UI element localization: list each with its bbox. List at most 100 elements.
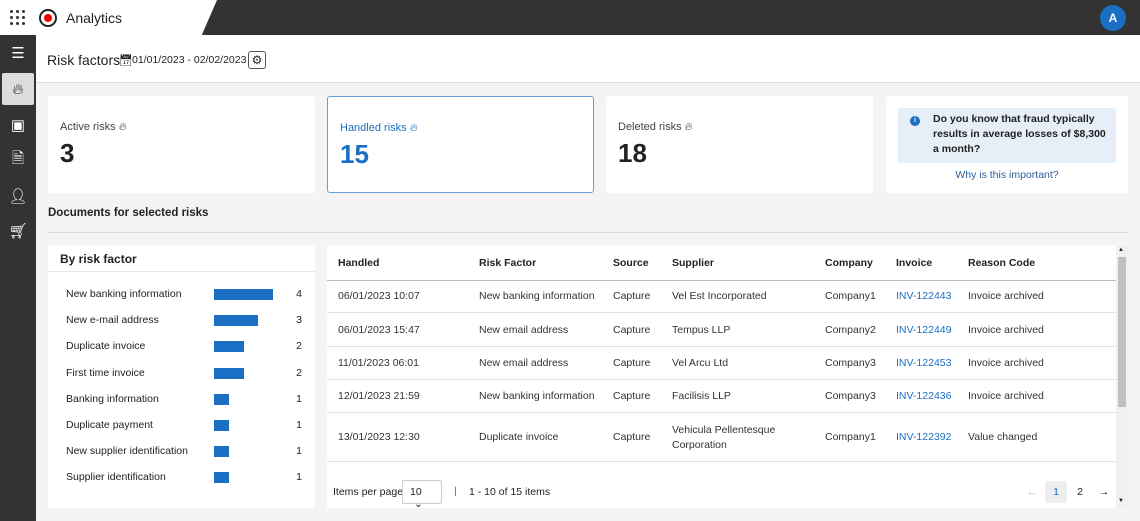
separator: | — [454, 485, 457, 497]
risk-factor-bar — [214, 341, 244, 353]
cart-icon[interactable]: 🛒︎ — [2, 215, 34, 247]
user-icon[interactable]: 👤︎ — [2, 180, 34, 212]
risk-factor-count: 3 — [296, 314, 302, 327]
header-divider — [327, 280, 1116, 281]
document-icon[interactable]: 🗎 — [2, 144, 34, 176]
risk-factor-bar — [214, 393, 229, 405]
flame-off-icon: 🔥︎ — [684, 121, 693, 133]
app-launcher-icon[interactable] — [10, 10, 26, 26]
column-header[interactable]: Supplier — [672, 257, 714, 269]
column-header[interactable]: Source — [613, 257, 649, 269]
column-header[interactable]: Handled — [338, 257, 379, 269]
table-cell: New email address — [479, 323, 569, 336]
flame-icon: 🔥︎ — [118, 121, 127, 133]
menu-icon[interactable]: ☰ — [2, 37, 34, 69]
table-cell: Capture — [613, 290, 651, 302]
deleted-risks-label: Deleted risks — [618, 121, 682, 133]
table-cell: 12/01/2023 21:59 — [338, 390, 420, 402]
scroll-up-icon[interactable]: ▲ — [1118, 247, 1124, 253]
risk-factor-row[interactable]: New supplier identification 1 — [66, 444, 306, 460]
info-banner: i Do you know that fraud typically resul… — [898, 108, 1116, 163]
table-cell: 06/01/2023 10:07 — [338, 290, 420, 302]
risk-factor-row[interactable]: Duplicate invoice 2 — [66, 339, 306, 355]
table-row[interactable]: 13/01/2023 12:30 Duplicate invoice Capture… — [327, 413, 1116, 462]
invoice-link[interactable]: INV-122392 — [896, 430, 951, 445]
risk-factor-count: 1 — [296, 471, 302, 484]
invoice-link[interactable]: INV-122436 — [896, 389, 951, 404]
table-cell: Vehicula Pellentesque Corporation — [672, 423, 776, 451]
deleted-risks-card[interactable]: Deleted risks 🔥︎ 18 — [606, 96, 873, 193]
risk-factor-row[interactable]: First time invoice 2 — [66, 366, 306, 382]
invoice-link[interactable]: INV-122443 — [896, 289, 951, 304]
invoice-link[interactable]: INV-122453 — [896, 356, 951, 371]
page-1-button[interactable]: 1 — [1045, 481, 1067, 503]
table-cell: Duplicate invoice — [479, 431, 559, 443]
top-bar: Analytics A — [0, 0, 1140, 35]
table-cell: Invoice archived — [968, 357, 1044, 369]
risk-factor-name: New banking information — [66, 288, 182, 300]
logo-icon — [39, 9, 57, 27]
table-cell: Invoice archived — [968, 390, 1044, 402]
next-page-icon[interactable]: → — [1093, 481, 1115, 503]
by-risk-factor-panel: By risk factor New banking information 4 N… — [48, 245, 315, 508]
table-cell: Capture — [613, 390, 651, 402]
table-cell: Tempus LLP — [672, 323, 731, 336]
risk-factor-count: 4 — [296, 288, 302, 300]
column-header[interactable]: Risk Factor — [479, 257, 536, 269]
pagination-summary: 1 - 10 of 15 items — [469, 486, 551, 498]
table-cell: Company1 — [825, 290, 876, 302]
handled-risks-value: 15 — [340, 139, 369, 169]
chevron-down-icon: ⌄ — [414, 498, 423, 508]
table-scrollbar[interactable]: ▲ ▼ — [1116, 245, 1128, 508]
page-header: Risk factors 📅︎ 01/01/2023 - 02/02/2023 … — [36, 35, 1140, 83]
invoice-link[interactable]: INV-122449 — [896, 323, 951, 338]
money-icon[interactable]: ▣ — [2, 109, 34, 141]
info-card: i Do you know that fraud typically resul… — [886, 96, 1128, 193]
table-row[interactable]: 06/01/2023 15:47 New email address Capture… — [327, 313, 1116, 347]
table-row[interactable]: 11/01/2023 06:01 New email address Capture… — [327, 347, 1116, 380]
column-header[interactable]: Reason Code — [968, 257, 1035, 269]
scrollbar-thumb[interactable] — [1118, 257, 1126, 407]
calendar-icon: 📅︎ — [119, 55, 133, 67]
risk-factor-bar — [214, 367, 244, 379]
table-cell: Company3 — [825, 357, 876, 369]
active-risks-value: 3 — [60, 138, 75, 168]
page-size-select[interactable]: 10 ⌄ — [402, 480, 442, 508]
active-risks-card[interactable]: Active risks 🔥︎ 3 — [48, 96, 315, 193]
risk-factor-bar — [214, 315, 259, 327]
risk-factor-row[interactable]: Supplier identification 1 — [66, 470, 306, 486]
risk-factor-row[interactable]: New banking information 4 — [66, 287, 306, 303]
risk-factor-row[interactable]: Banking information 1 — [66, 392, 306, 408]
deleted-risks-value: 18 — [618, 138, 647, 168]
table-cell: 11/01/2023 06:01 — [338, 357, 419, 369]
why-important-link[interactable]: Why is this important? — [886, 169, 1128, 181]
table-cell: 13/01/2023 12:30 — [338, 431, 420, 443]
prev-page-icon[interactable]: ← — [1021, 481, 1043, 503]
table-cell: New banking information — [479, 290, 595, 302]
risk-factor-count: 2 — [296, 366, 302, 379]
risk-factor-name: Supplier identification — [66, 471, 166, 484]
risk-factor-count: 1 — [296, 445, 302, 458]
handled-risks-card[interactable]: Handled risks 🔥︎ 15 — [327, 96, 594, 193]
flame-icon[interactable]: 🔥︎ — [2, 73, 34, 105]
scroll-down-icon[interactable]: ▼ — [1118, 498, 1124, 504]
avatar[interactable]: A — [1100, 5, 1126, 31]
table-cell: Company2 — [825, 323, 876, 336]
settings-button[interactable]: ⚙ — [248, 51, 266, 69]
table-cell: Company3 — [825, 390, 876, 402]
risk-factor-row[interactable]: New e-mail address 3 — [66, 313, 306, 329]
page-2-button[interactable]: 2 — [1069, 481, 1091, 503]
risk-factor-bar — [214, 446, 229, 458]
column-header[interactable]: Invoice — [896, 257, 932, 269]
page-size-value: 10 — [410, 486, 422, 498]
table-row[interactable]: 06/01/2023 10:07 New banking information C… — [327, 280, 1116, 313]
date-range[interactable]: 01/01/2023 - 02/02/2023 — [132, 54, 246, 66]
column-header[interactable]: Company — [825, 257, 873, 269]
risk-factor-row[interactable]: Duplicate payment 1 — [66, 418, 306, 434]
table-cell: New email address — [479, 357, 569, 369]
pagination: Items per page 10 ⌄ | 1 - 10 of 15 items… — [327, 470, 1116, 508]
flame-handled-icon: 🔥︎ — [409, 122, 418, 134]
table-row[interactable]: 12/01/2023 21:59 New banking information C… — [327, 380, 1116, 413]
table-cell: Value changed — [968, 431, 1038, 443]
table-cell: Facilisis LLP — [672, 390, 731, 402]
